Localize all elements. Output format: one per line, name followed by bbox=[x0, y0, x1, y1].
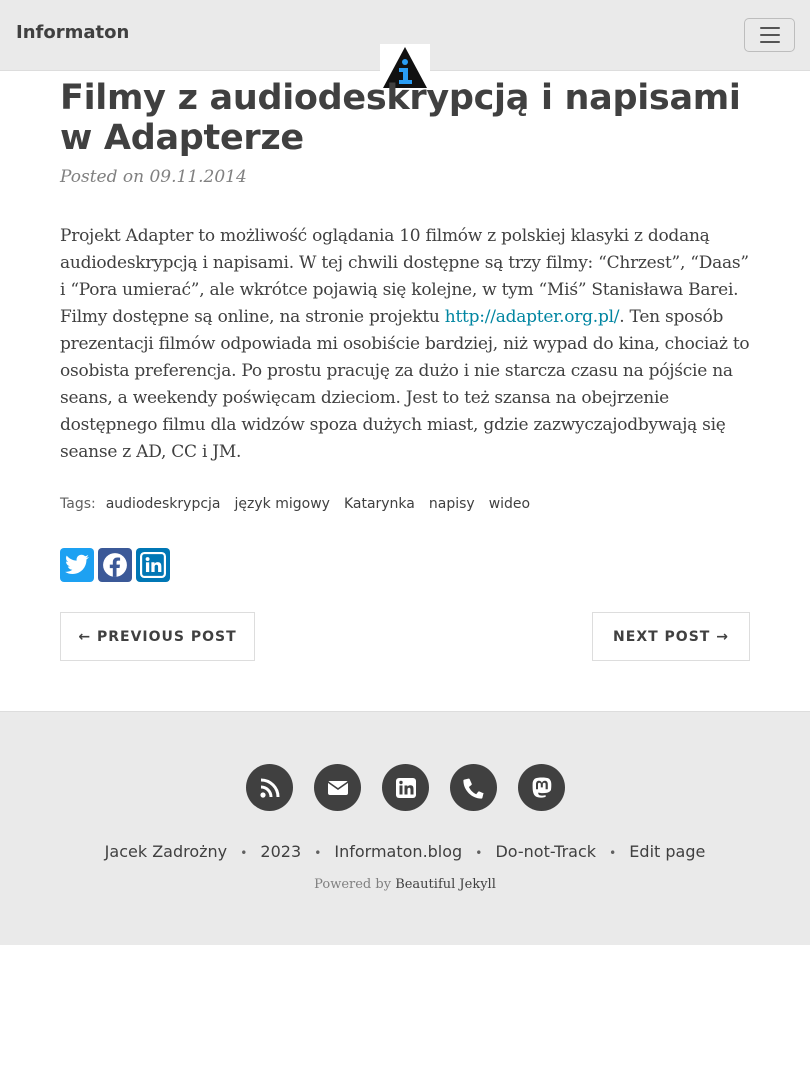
linkedin-icon bbox=[140, 552, 166, 578]
tag-link[interactable]: Katarynka bbox=[344, 496, 415, 512]
tag-link[interactable]: język migowy bbox=[235, 496, 330, 512]
hamburger-icon-bar bbox=[759, 27, 780, 29]
share-buttons bbox=[60, 548, 170, 582]
menu-toggle-button[interactable] bbox=[744, 18, 795, 52]
tag-link[interactable]: wideo bbox=[489, 496, 530, 512]
previous-post-button[interactable]: ← PREVIOUS POST bbox=[60, 612, 255, 661]
facebook-icon bbox=[103, 553, 127, 577]
twitter-icon bbox=[65, 554, 89, 574]
rss-icon bbox=[259, 778, 279, 798]
post-body-text: . Ten sposób prezentacji filmów odpowiad… bbox=[60, 307, 750, 462]
post-title: Filmy z audiodeskrypcją i napisami w Ada… bbox=[60, 78, 741, 158]
linkedin-link[interactable] bbox=[382, 764, 429, 811]
tags-label: Tags: bbox=[60, 496, 96, 512]
share-twitter-button[interactable] bbox=[60, 548, 94, 582]
mastodon-icon bbox=[532, 777, 551, 798]
post-body: Projekt Adapter to możliwość oglądania 1… bbox=[60, 223, 755, 466]
tag-link[interactable]: audiodeskrypcja bbox=[106, 496, 221, 512]
footer: Jacek Zadrożny • 2023 • Informaton.blog … bbox=[0, 711, 810, 945]
email-link[interactable] bbox=[314, 764, 361, 811]
tags-list: Tags: audiodeskrypcja język migowy Katar… bbox=[60, 496, 530, 512]
footer-edit-page-link[interactable]: Edit page bbox=[629, 842, 705, 861]
footer-separator: • bbox=[609, 846, 617, 860]
tag-link[interactable]: napisy bbox=[429, 496, 475, 512]
adapter-link[interactable]: http://adapter.org.pl/ bbox=[445, 307, 620, 327]
powered-by-prefix: Powered by bbox=[314, 877, 392, 892]
footer-links: Jacek Zadrożny • 2023 • Informaton.blog … bbox=[0, 842, 810, 861]
hamburger-icon-bar bbox=[759, 41, 780, 43]
footer-author: Jacek Zadrożny bbox=[104, 842, 228, 861]
footer-site-link[interactable]: Informaton.blog bbox=[334, 842, 462, 861]
email-icon bbox=[327, 780, 348, 795]
powered-by: Powered by Beautiful Jekyll bbox=[0, 877, 810, 892]
site-brand-link[interactable]: Informaton bbox=[16, 22, 129, 43]
post-meta-date: Posted on 09.11.2014 bbox=[60, 167, 247, 187]
phone-link[interactable] bbox=[450, 764, 497, 811]
share-facebook-button[interactable] bbox=[98, 548, 132, 582]
footer-separator: • bbox=[314, 846, 322, 860]
next-post-button[interactable]: NEXT POST → bbox=[592, 612, 750, 661]
footer-social-links bbox=[246, 764, 565, 811]
share-linkedin-button[interactable] bbox=[136, 548, 170, 582]
footer-separator: • bbox=[240, 846, 248, 860]
footer-year: 2023 bbox=[260, 842, 302, 861]
mastodon-link[interactable] bbox=[518, 764, 565, 811]
footer-separator: • bbox=[475, 846, 483, 860]
beautiful-jekyll-link[interactable]: Beautiful Jekyll bbox=[395, 877, 496, 892]
footer-dnt-link[interactable]: Do-not-Track bbox=[495, 842, 596, 861]
rss-link[interactable] bbox=[246, 764, 293, 811]
linkedin-icon bbox=[395, 777, 416, 798]
hamburger-icon-bar bbox=[759, 34, 780, 36]
phone-icon bbox=[462, 778, 484, 799]
